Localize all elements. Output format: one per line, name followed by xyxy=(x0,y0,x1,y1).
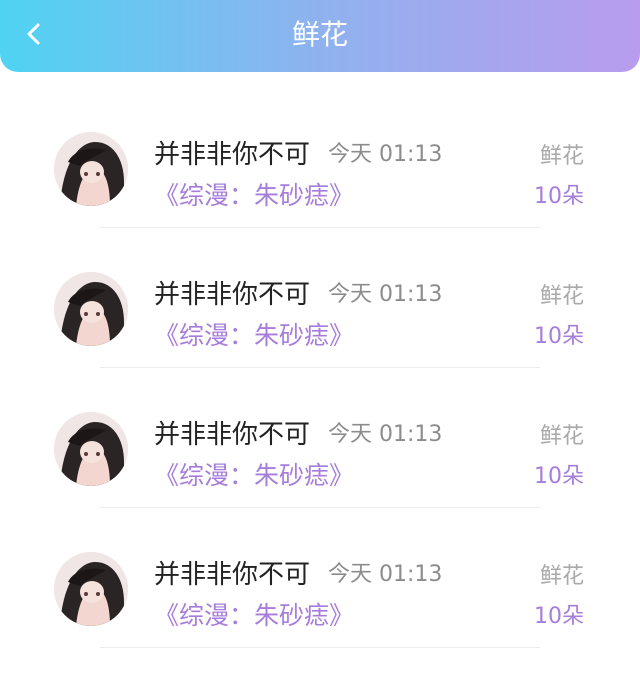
avatar-image xyxy=(54,412,128,486)
book-title-link[interactable]: 《综漫：朱砂痣》 xyxy=(154,176,354,212)
avatar[interactable] xyxy=(54,272,128,346)
page-title: 鲜花 xyxy=(291,18,348,51)
username[interactable]: 并非非你不可 xyxy=(154,274,310,311)
timestamp: 今天 01:13 xyxy=(328,422,443,447)
gift-record-list: 并非非你不可 今天 01:13 《综漫：朱砂痣》 鲜花 10朵 并非非你不可 今… xyxy=(0,88,640,648)
timestamp: 今天 01:13 xyxy=(328,142,443,167)
gift-type-label: 鲜花 xyxy=(539,424,584,449)
list-item[interactable]: 并非非你不可 今天 01:13 《综漫：朱砂痣》 鲜花 10朵 xyxy=(0,228,640,368)
timestamp: 今天 01:13 xyxy=(328,282,443,307)
avatar[interactable] xyxy=(54,132,128,206)
gift-count: 10朵 xyxy=(534,184,584,209)
username[interactable]: 并非非你不可 xyxy=(154,414,310,451)
username[interactable]: 并非非你不可 xyxy=(154,134,310,171)
list-item[interactable]: 并非非你不可 今天 01:13 《综漫：朱砂痣》 鲜花 10朵 xyxy=(0,508,640,648)
gift-type-label: 鲜花 xyxy=(539,284,584,309)
avatar-image xyxy=(54,132,128,206)
avatar-image xyxy=(54,552,128,626)
book-title-link[interactable]: 《综漫：朱砂痣》 xyxy=(154,456,354,492)
list-item[interactable]: 并非非你不可 今天 01:13 《综漫：朱砂痣》 鲜花 10朵 xyxy=(0,88,640,228)
gift-count: 10朵 xyxy=(534,464,584,489)
username[interactable]: 并非非你不可 xyxy=(154,554,310,591)
gift-type-label: 鲜花 xyxy=(539,564,584,589)
avatar[interactable] xyxy=(54,552,128,626)
gift-count: 10朵 xyxy=(534,324,584,349)
gift-type-label: 鲜花 xyxy=(539,144,584,169)
top-bar: 鲜花 xyxy=(0,0,640,72)
header-spacer xyxy=(0,72,640,88)
avatar-image xyxy=(54,272,128,346)
divider xyxy=(100,647,540,648)
avatar[interactable] xyxy=(54,412,128,486)
book-title-link[interactable]: 《综漫：朱砂痣》 xyxy=(154,316,354,352)
gift-count: 10朵 xyxy=(534,604,584,629)
timestamp: 今天 01:13 xyxy=(328,562,443,587)
list-item[interactable]: 并非非你不可 今天 01:13 《综漫：朱砂痣》 鲜花 10朵 xyxy=(0,368,640,508)
book-title-link[interactable]: 《综漫：朱砂痣》 xyxy=(154,596,354,632)
